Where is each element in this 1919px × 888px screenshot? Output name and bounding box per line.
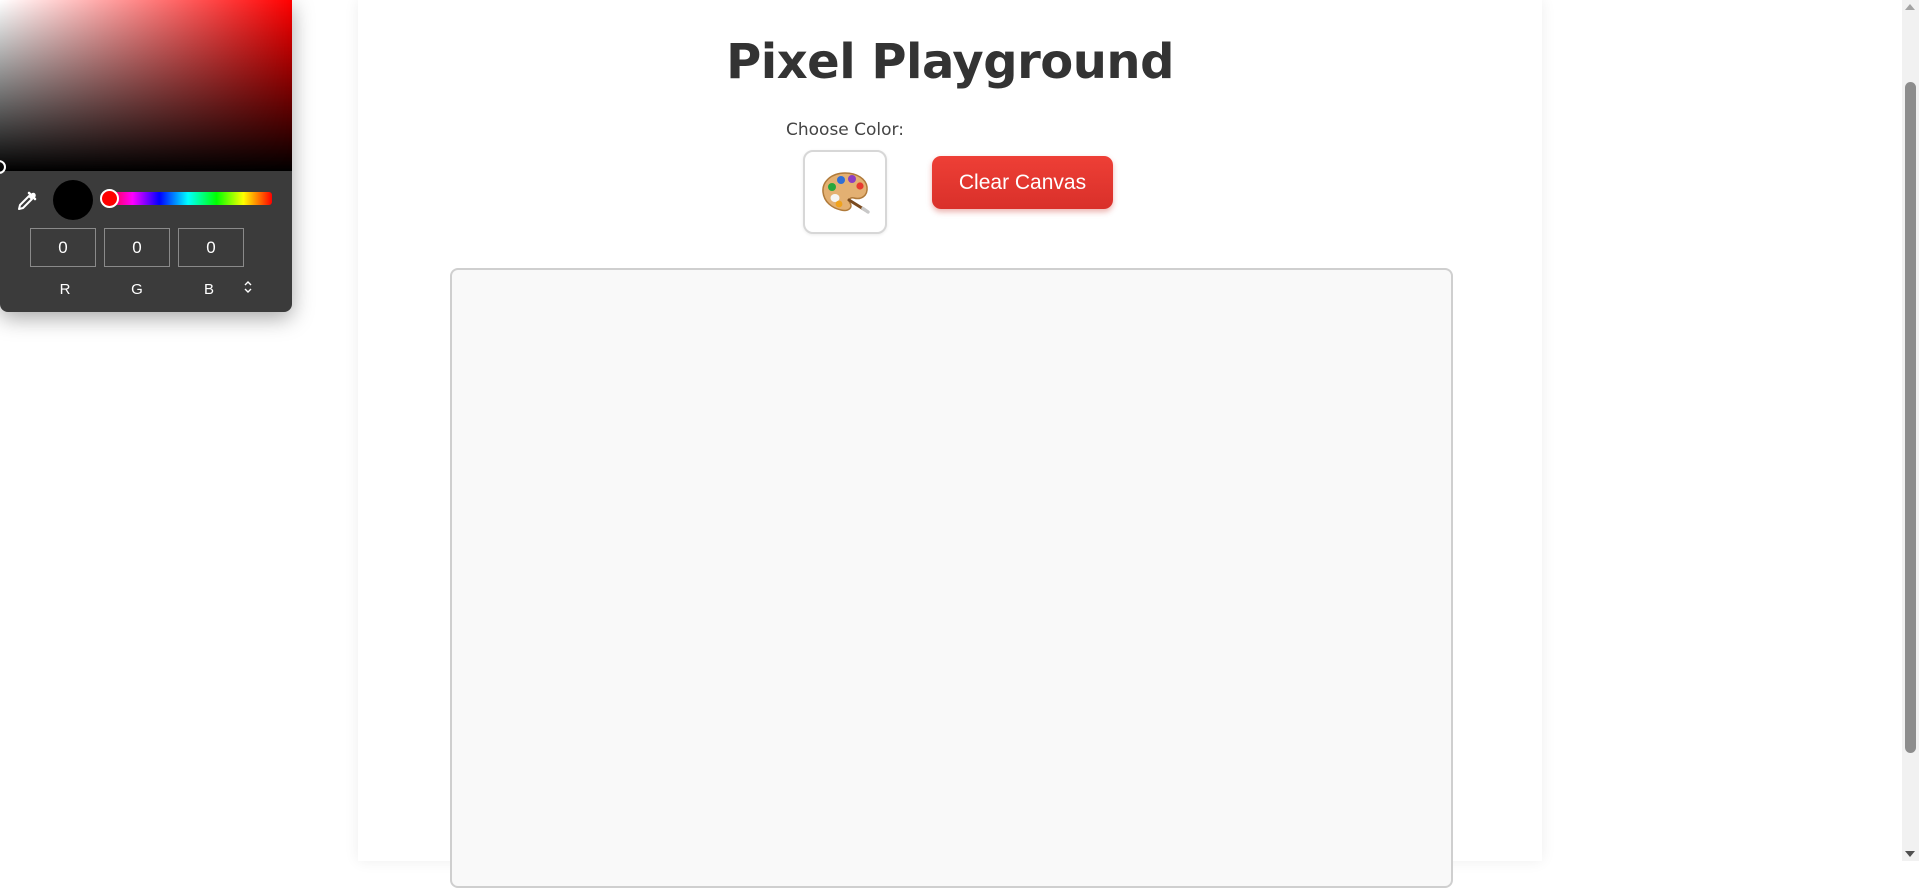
eyedropper-icon bbox=[18, 191, 37, 210]
main-card: Pixel Playground Choose Color: Clear Can… bbox=[358, 0, 1542, 888]
scroll-down-arrow-icon[interactable] bbox=[1905, 851, 1915, 857]
saturation-value-area[interactable] bbox=[0, 0, 292, 174]
color-picker-popup: R G B bbox=[0, 0, 292, 312]
saturation-handle[interactable] bbox=[0, 160, 6, 174]
blue-value-input[interactable] bbox=[178, 228, 244, 267]
scroll-up-arrow-icon[interactable] bbox=[1905, 4, 1915, 10]
blue-label: B bbox=[203, 281, 214, 298]
hue-slider-handle[interactable] bbox=[100, 189, 119, 208]
red-value-input[interactable] bbox=[30, 228, 96, 267]
red-label: R bbox=[59, 281, 71, 298]
palette-icon bbox=[822, 172, 870, 214]
eyedropper-button[interactable] bbox=[14, 188, 40, 214]
hue-slider[interactable] bbox=[104, 192, 272, 205]
green-label: G bbox=[131, 281, 143, 298]
vertical-scrollbar[interactable] bbox=[1902, 0, 1919, 861]
color-picker-button[interactable] bbox=[803, 150, 887, 234]
selected-color-preview bbox=[53, 180, 93, 220]
scrollbar-thumb[interactable] bbox=[1905, 82, 1916, 753]
clear-canvas-button[interactable]: Clear Canvas bbox=[932, 156, 1113, 209]
color-mode-toggle[interactable] bbox=[240, 280, 256, 298]
green-value-input[interactable] bbox=[104, 228, 170, 267]
page-title: Pixel Playground bbox=[726, 34, 1174, 90]
choose-color-label: Choose Color: bbox=[786, 120, 904, 140]
color-control-group: Choose Color: bbox=[780, 120, 910, 234]
drawing-canvas[interactable] bbox=[450, 268, 1453, 888]
chevron-up-down-icon bbox=[244, 281, 252, 293]
